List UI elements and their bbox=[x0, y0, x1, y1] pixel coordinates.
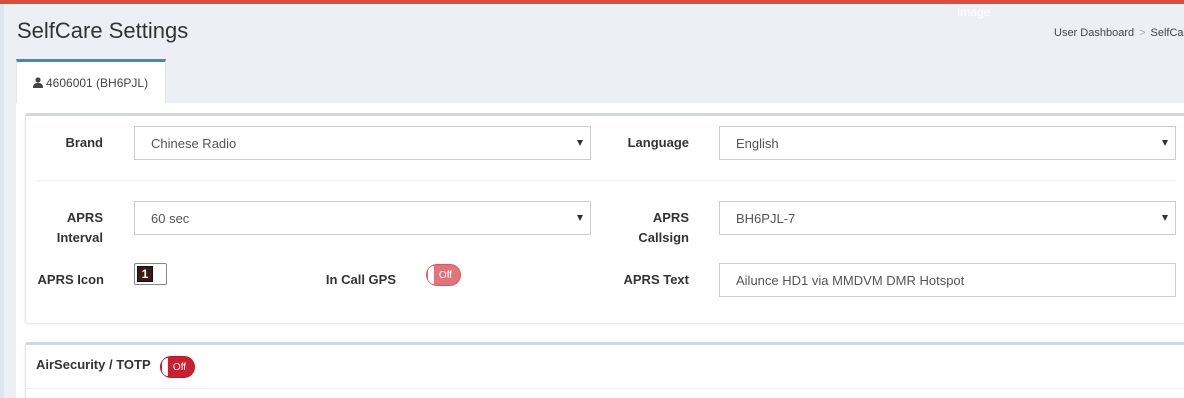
aprs-callsign-label: APRS Callsign bbox=[600, 208, 689, 248]
aprs-interval-label: APRS Interval bbox=[40, 208, 103, 248]
image-overlay-text: Image bbox=[957, 5, 991, 19]
aprs-text-input[interactable]: Ailunce HD1 via MMDVM DMR Hotspot bbox=[719, 263, 1176, 297]
airsecurity-divider bbox=[26, 388, 1184, 389]
aprs-icon-picker[interactable]: 1 bbox=[134, 263, 167, 285]
brand-select[interactable]: Chinese Radio bbox=[134, 126, 591, 160]
tab-label: 4606001 (BH6PJL) bbox=[46, 75, 149, 90]
aprs-interval-label-line1: APRS bbox=[66, 210, 103, 225]
in-call-gps-toggle[interactable]: Off bbox=[426, 264, 461, 286]
language-select[interactable]: English bbox=[719, 126, 1176, 160]
aprs-interval-value: 60 sec bbox=[151, 210, 190, 226]
aprs-icon-label: APRS Icon bbox=[37, 272, 104, 287]
airsecurity-state: Off bbox=[172, 361, 187, 373]
toggle-knob bbox=[162, 358, 168, 376]
airsecurity-toggle[interactable]: Off bbox=[160, 356, 195, 378]
aprs-callsign-label-line1: APRS bbox=[652, 210, 689, 225]
breadcrumb: User Dashboard > SelfCa bbox=[1054, 27, 1184, 39]
brand-value: Chinese Radio bbox=[151, 135, 237, 151]
page-title: SelfCare Settings bbox=[17, 18, 189, 43]
chevron-down-icon bbox=[577, 140, 583, 146]
user-icon bbox=[33, 77, 43, 88]
aprs-callsign-label-line2: Callsign bbox=[638, 230, 689, 245]
brand-label: Brand bbox=[65, 135, 103, 150]
airsecurity-box bbox=[25, 342, 1184, 398]
chevron-down-icon bbox=[1162, 140, 1168, 146]
top-accent-bar bbox=[0, 0, 1184, 4]
aprs-text-value: Ailunce HD1 via MMDVM DMR Hotspot bbox=[736, 272, 965, 288]
chevron-down-icon bbox=[1162, 215, 1168, 221]
sidebar-edge bbox=[0, 4, 4, 398]
language-value: English bbox=[736, 135, 779, 151]
row-divider bbox=[36, 180, 1176, 181]
in-call-gps-label: In Call GPS bbox=[325, 272, 396, 287]
in-call-gps-state: Off bbox=[438, 269, 453, 281]
language-label: Language bbox=[627, 135, 689, 150]
aprs-text-label: APRS Text bbox=[623, 272, 690, 287]
breadcrumb-home-link[interactable]: User Dashboard bbox=[1054, 27, 1134, 39]
breadcrumb-separator: > bbox=[1139, 27, 1146, 39]
aprs-interval-label-line2: Interval bbox=[56, 230, 103, 245]
breadcrumb-current: SelfCa bbox=[1150, 27, 1184, 39]
chevron-down-icon bbox=[577, 215, 583, 221]
airsecurity-label: AirSecurity / TOTP bbox=[36, 357, 151, 372]
aprs-symbol-icon: 1 bbox=[137, 266, 153, 282]
aprs-callsign-select[interactable]: BH6PJL-7 bbox=[719, 201, 1176, 235]
aprs-callsign-value: BH6PJL-7 bbox=[736, 210, 796, 226]
toggle-knob bbox=[428, 266, 434, 284]
tab-user-account[interactable]: 4606001 (BH6PJL) bbox=[16, 59, 166, 103]
aprs-interval-select[interactable]: 60 sec bbox=[134, 201, 591, 235]
